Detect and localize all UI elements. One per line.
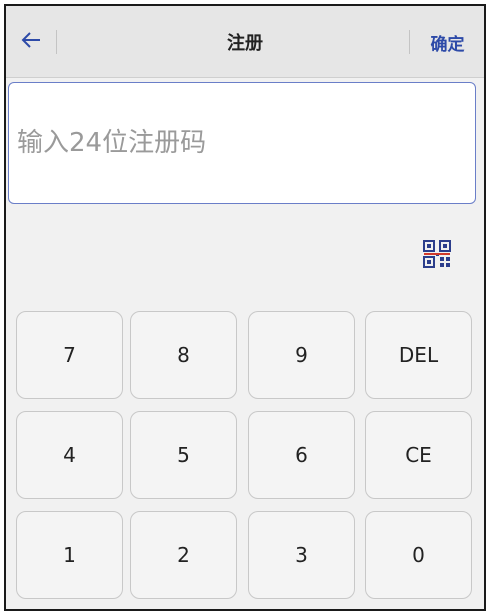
arrow-left-icon <box>20 29 42 55</box>
key-0[interactable]: 0 <box>365 511 472 599</box>
header-divider-right <box>409 30 410 54</box>
header-bar: 注册 确定 <box>6 6 484 78</box>
key-5[interactable]: 5 <box>130 411 237 499</box>
qr-code-icon <box>423 240 451 272</box>
header-divider-left <box>56 30 57 54</box>
key-del[interactable]: DEL <box>365 311 472 399</box>
key-1[interactable]: 1 <box>16 511 123 599</box>
numeric-keypad: 7 8 9 DEL 4 5 6 CE 1 2 3 0 <box>6 311 484 609</box>
key-3[interactable]: 3 <box>248 511 355 599</box>
key-2[interactable]: 2 <box>130 511 237 599</box>
key-7[interactable]: 7 <box>16 311 123 399</box>
key-4[interactable]: 4 <box>16 411 123 499</box>
scan-qr-button[interactable] <box>422 240 452 272</box>
registration-code-input[interactable] <box>17 83 475 203</box>
confirm-button[interactable]: 确定 <box>411 6 484 78</box>
back-button[interactable] <box>6 6 56 78</box>
key-9[interactable]: 9 <box>248 311 355 399</box>
scan-row <box>6 206 484 290</box>
registration-code-field[interactable] <box>8 82 476 204</box>
registration-screen: 注册 确定 输入24位注册码 7 8 9 DEL 4 5 6 CE 1 2 3 … <box>4 4 486 611</box>
key-ce[interactable]: CE <box>365 411 472 499</box>
key-6[interactable]: 6 <box>248 411 355 499</box>
key-8[interactable]: 8 <box>130 311 237 399</box>
